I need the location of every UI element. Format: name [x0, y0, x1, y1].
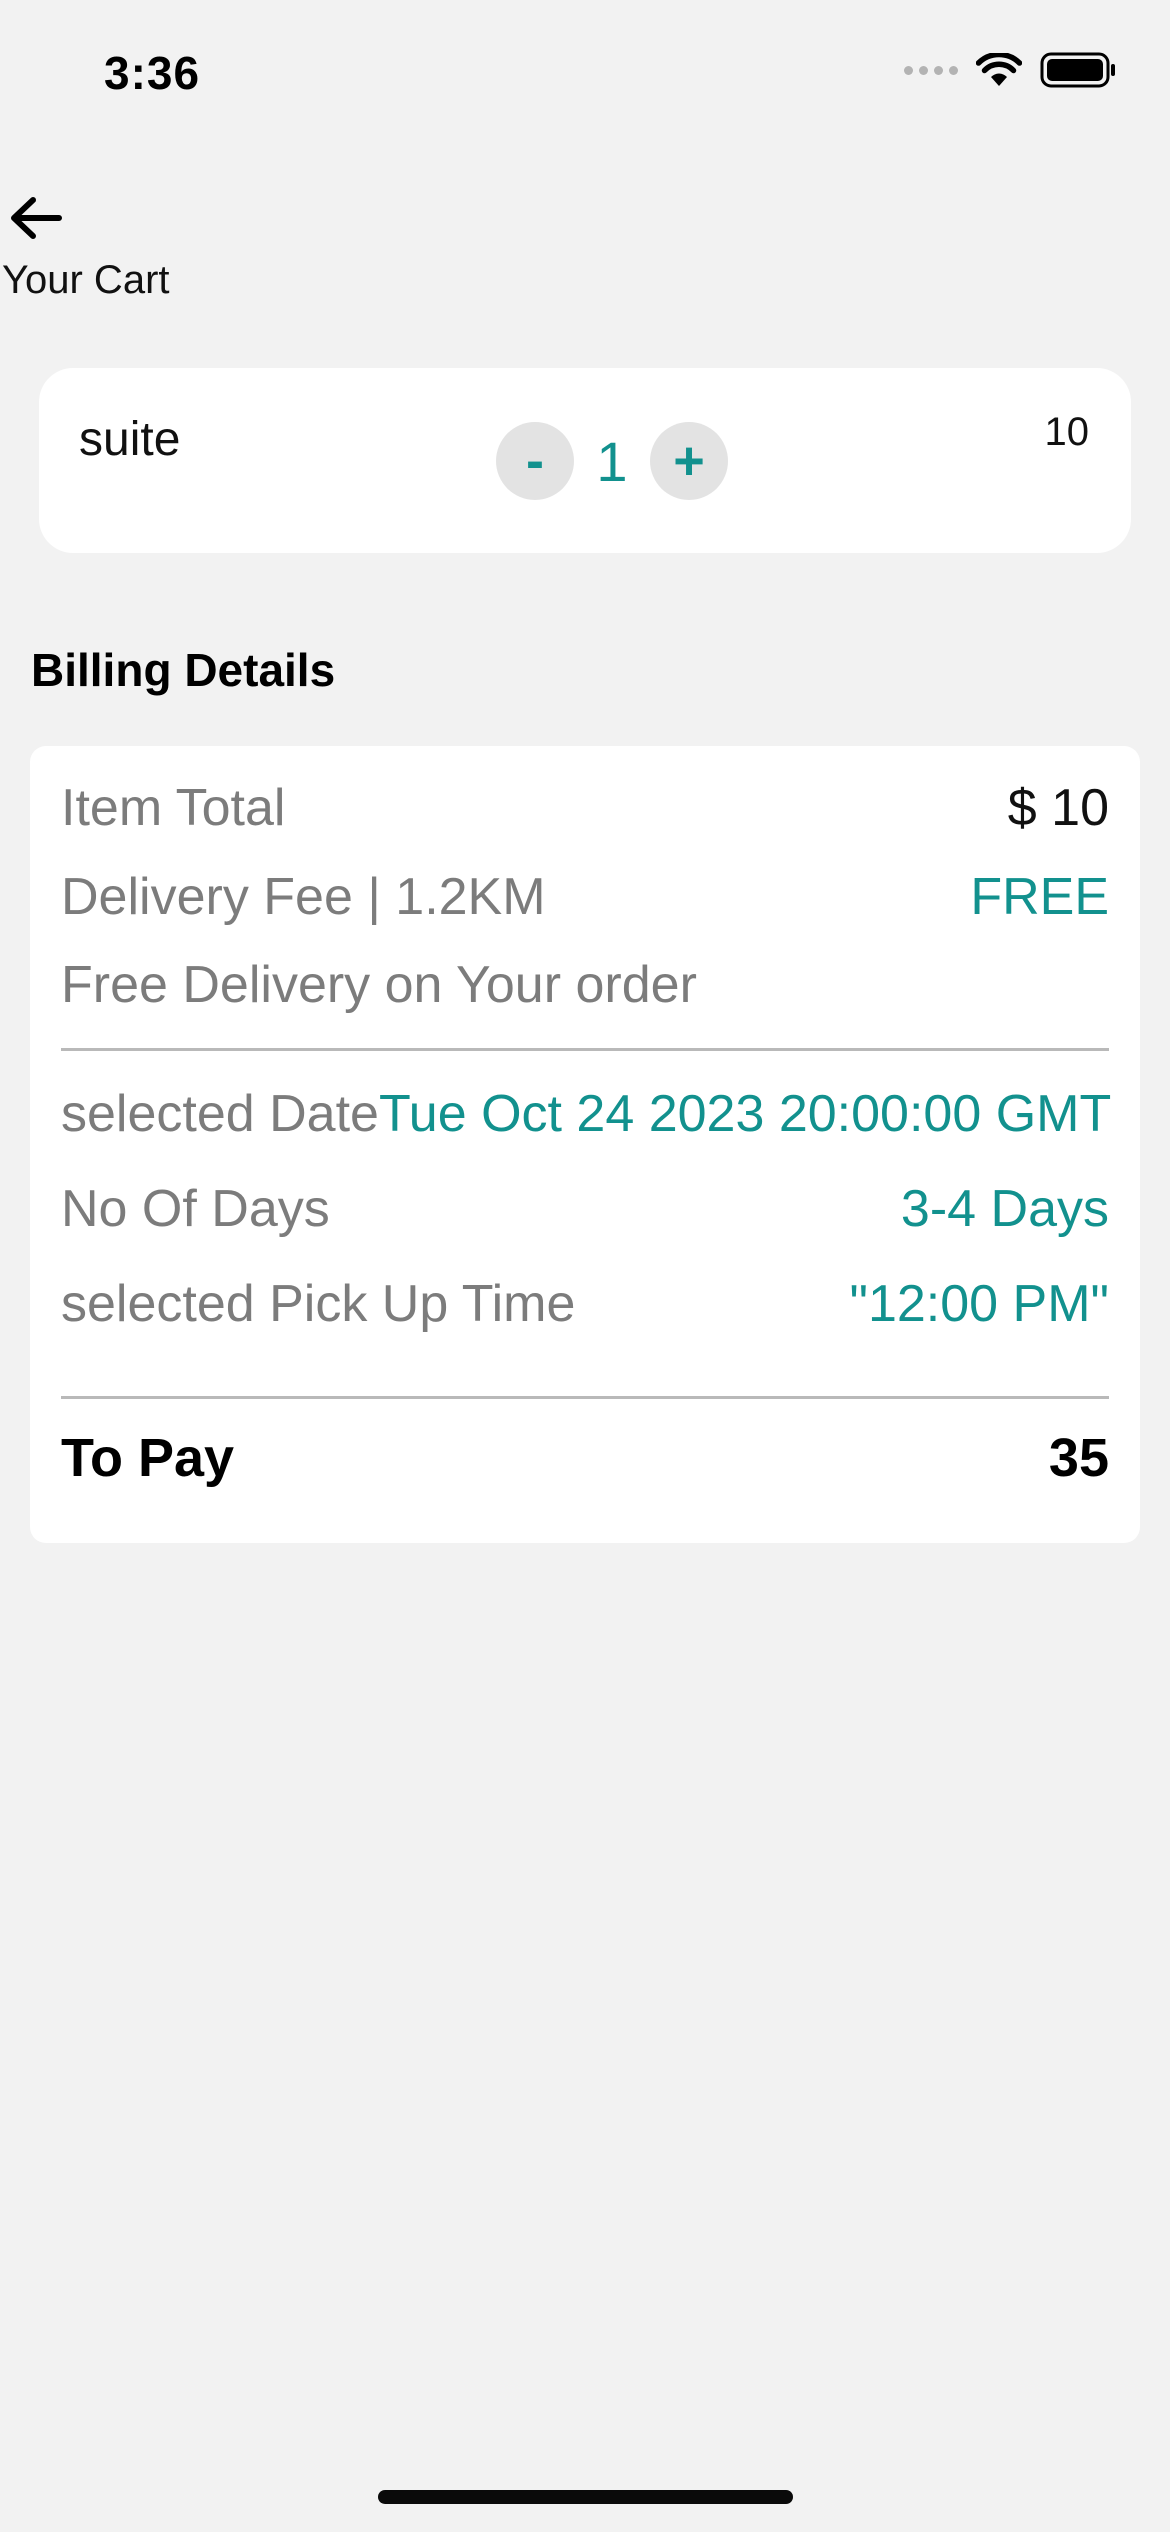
pickup-time-label: selected Pick Up Time	[61, 1275, 576, 1333]
cart-item-price: 10	[1044, 410, 1090, 454]
delivery-fee-value: FREE	[970, 868, 1109, 926]
pickup-time-row: selected Pick Up Time "12:00 PM"	[61, 1278, 1109, 1330]
battery-icon	[1040, 52, 1115, 88]
no-of-days-label: No Of Days	[61, 1180, 330, 1238]
arrow-left-icon	[11, 197, 62, 239]
billing-heading: Billing Details	[31, 644, 336, 696]
quantity-stepper: - 1 +	[496, 422, 728, 500]
no-of-days-value: 3-4 Days	[900, 1180, 1109, 1238]
home-indicator[interactable]	[378, 2490, 793, 2504]
free-delivery-row: Free Delivery on Your order	[61, 959, 1109, 1011]
free-delivery-note: Free Delivery on Your order	[61, 956, 697, 1014]
status-icons	[904, 52, 1116, 88]
wifi-icon	[976, 53, 1022, 86]
cart-item-name: suite	[79, 413, 181, 466]
selected-date-value: Tue Oct 24 2023 20:00:00 GMT	[378, 1085, 1112, 1143]
pickup-time-value: "12:00 PM"	[849, 1275, 1110, 1333]
billing-divider-2	[61, 1396, 1109, 1399]
billing-card: Item Total $ 10 Delivery Fee | 1.2KM FRE…	[30, 746, 1140, 1543]
billing-divider-1	[61, 1048, 1109, 1051]
item-total-value: $ 10	[1007, 779, 1109, 837]
cellular-signal-icon	[904, 65, 958, 75]
no-of-days-row: No Of Days 3-4 Days	[61, 1183, 1109, 1235]
to-pay-value: 35	[1048, 1428, 1109, 1488]
page-title: Your Cart	[2, 258, 170, 302]
status-time: 3:36	[104, 47, 201, 99]
decrement-button[interactable]: -	[496, 422, 574, 500]
to-pay-row: To Pay 35	[61, 1431, 1109, 1485]
increment-button[interactable]: +	[650, 422, 728, 500]
delivery-fee-label: Delivery Fee | 1.2KM	[61, 868, 546, 926]
cart-item-card: suite - 1 + 10	[39, 368, 1131, 553]
item-total-label: Item Total	[61, 779, 286, 837]
to-pay-label: To Pay	[61, 1428, 235, 1488]
back-button[interactable]	[6, 190, 66, 246]
selected-date-row: selected DateTue Oct 24 2023 20:00:00 GM…	[61, 1088, 1140, 1140]
selected-date-label: selected Date	[61, 1085, 379, 1143]
quantity-value: 1	[596, 429, 628, 493]
item-total-row: Item Total $ 10	[61, 782, 1109, 834]
delivery-fee-row: Delivery Fee | 1.2KM FREE	[61, 871, 1109, 923]
